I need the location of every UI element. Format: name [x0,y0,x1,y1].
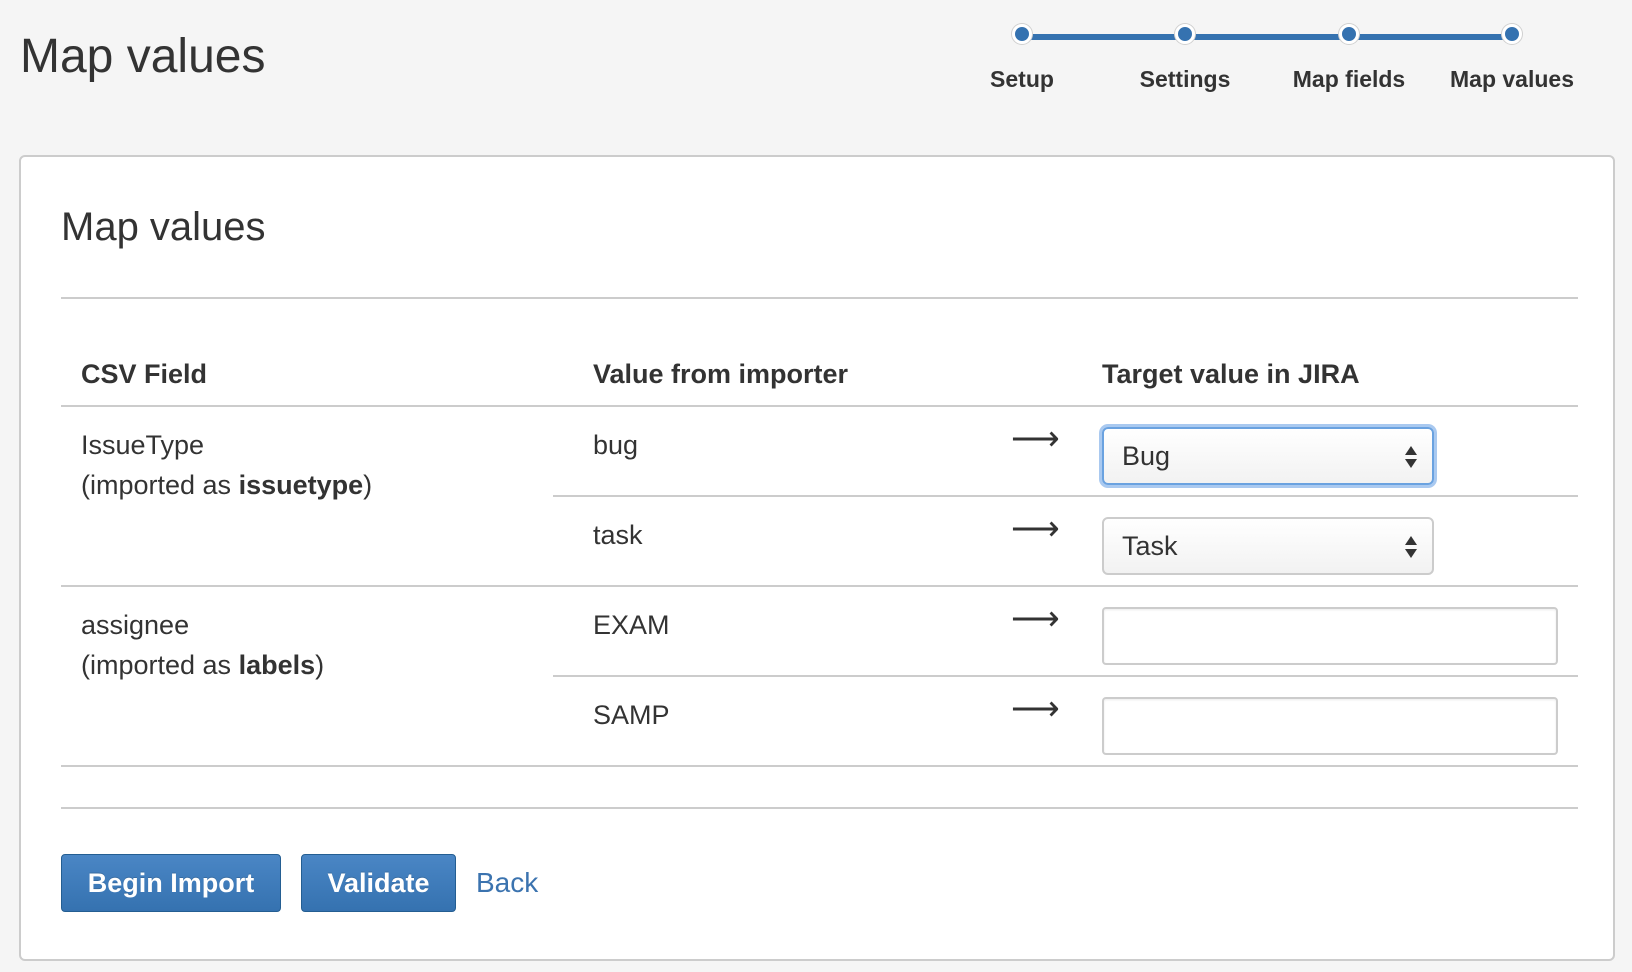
importer-value: SAMP [593,700,670,730]
imported-as-suffix: ) [315,650,325,680]
column-header-target-value: Target value in JIRA [1102,359,1360,389]
arrow-right-icon: ⟶ [1011,510,1060,548]
csv-field-name: IssueType [81,430,205,460]
target-value-input[interactable] [1102,697,1558,755]
tracker-dot-icon [1175,24,1195,44]
page-title: Map values [20,30,266,83]
csv-field-imported-as: (imported as issuetype) [81,465,372,505]
begin-import-button[interactable]: Begin Import [61,854,281,912]
imported-as-prefix: (imported as [81,650,239,680]
divider [61,405,1578,407]
column-header-csv-field: CSV Field [81,359,208,389]
tracker-dot-icon [1012,24,1032,44]
imported-as-value: labels [238,650,316,680]
row-divider [553,675,1578,677]
divider [61,585,1578,587]
select-caret-icon [1405,536,1417,558]
tracker-label: Map fields [1292,66,1406,92]
select-caret-icon [1405,446,1417,468]
csv-field-name: assignee [81,610,190,640]
tracker-step-map-values: Map values [1427,20,1597,93]
tracker-step-map-fields: Map fields [1264,20,1434,93]
importer-value: bug [593,430,639,460]
imported-as-suffix: ) [363,470,373,500]
csv-field-imported-as: (imported as labels) [81,645,324,685]
tracker-step-setup: Setup [937,20,1107,93]
tracker-label: Settings [1139,66,1231,92]
tracker-label: Setup [990,66,1054,92]
imported-as-prefix: (imported as [81,470,239,500]
tracker-step-settings: Settings [1100,20,1270,93]
arrow-right-icon: ⟶ [1011,420,1060,458]
panel-title: Map values [61,205,266,249]
imported-as-value: issuetype [238,470,364,500]
tracker-dot-icon [1502,24,1522,44]
back-link[interactable]: Back [476,854,538,912]
divider [61,297,1578,299]
divider [61,807,1578,809]
target-value-input[interactable] [1102,607,1558,665]
tracker-dot-icon [1339,24,1359,44]
target-value-select[interactable]: Bug [1102,427,1434,485]
target-value-select[interactable]: Task [1102,517,1434,575]
row-divider [553,495,1578,497]
divider [61,765,1578,767]
map-values-panel: Map values CSV Field Value from importer… [19,155,1615,961]
arrow-right-icon: ⟶ [1011,690,1060,728]
tracker-label: Map values [1450,66,1574,92]
arrow-right-icon: ⟶ [1011,600,1060,638]
select-value: Bug [1122,441,1171,471]
importer-value: EXAM [593,610,670,640]
progress-tracker: Setup Settings Map fields Map values [960,20,1620,110]
importer-value: task [593,520,643,550]
validate-button[interactable]: Validate [301,854,456,912]
column-header-value-from-importer: Value from importer [593,359,849,389]
select-value: Task [1122,531,1178,561]
